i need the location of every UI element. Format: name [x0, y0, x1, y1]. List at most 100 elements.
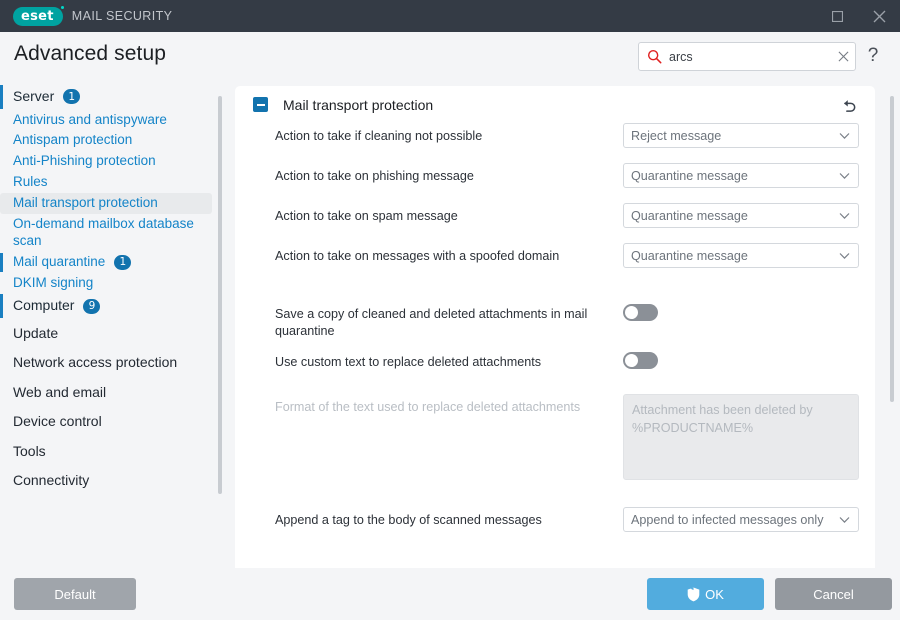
sidebar-item-label: DKIM signing: [13, 275, 93, 292]
custom-text-toggle[interactable]: [623, 352, 658, 369]
maximize-button[interactable]: [816, 0, 858, 32]
row-label: Append a tag to the body of scanned mess…: [275, 507, 623, 529]
row-append-tag: Append a tag to the body of scanned mess…: [275, 507, 860, 538]
chevron-down-icon: [839, 252, 850, 259]
row-label: Action to take on spam message: [275, 203, 623, 225]
sidebar-item-tools[interactable]: Tools: [0, 437, 224, 467]
ok-button-label: OK: [705, 587, 724, 602]
sidebar-item-label: Antivirus and antispyware: [13, 112, 167, 129]
sidebar-nav: Server 1 Antivirus and antispyware Antispam…: [0, 84, 224, 568]
sidebar-item-on-demand-mailbox-database-scan[interactable]: On-demand mailbox database scan: [0, 214, 224, 252]
row-action-spoofed: Action to take on messages with a spoofe…: [275, 243, 860, 274]
row-custom-text: Use custom text to replace deleted attac…: [275, 349, 860, 380]
minus-square-icon[interactable]: [253, 97, 268, 112]
sidebar-item-dkim-signing[interactable]: DKIM signing: [0, 273, 224, 294]
title-bar: eset MAIL SECURITY: [0, 0, 900, 32]
sidebar-item-label: On-demand mailbox database scan: [13, 216, 214, 250]
product-name: MAIL SECURITY: [72, 9, 173, 23]
close-button[interactable]: [858, 0, 900, 32]
sidebar-item-label: Network access protection: [13, 354, 177, 372]
action-spoofed-dropdown[interactable]: Quarantine message: [623, 243, 859, 268]
format-text-textarea[interactable]: Attachment has been deleted by %PRODUCTN…: [623, 394, 859, 480]
close-icon: [838, 51, 849, 62]
revert-to-default-button[interactable]: [837, 93, 861, 117]
sidebar-item-badge: 1: [63, 89, 80, 104]
action-phishing-dropdown[interactable]: Quarantine message: [623, 163, 859, 188]
sidebar-item-mail-quarantine[interactable]: Mail quarantine1: [0, 252, 224, 273]
toggle-knob: [625, 306, 638, 319]
content-scrollbar-thumb[interactable]: [890, 96, 894, 402]
row-action-cleaning: Action to take if cleaning not possible …: [275, 123, 860, 154]
cancel-button[interactable]: Cancel: [775, 578, 892, 610]
sidebar-item-antispam-protection[interactable]: Antispam protection: [0, 130, 224, 151]
sidebar-item-network-access-protection[interactable]: Network access protection: [0, 348, 224, 378]
content-scrollbar[interactable]: [890, 92, 894, 560]
sidebar-item-anti-phishing-protection[interactable]: Anti-Phishing protection: [0, 151, 224, 172]
sidebar-item-label: Connectivity: [13, 472, 89, 490]
sidebar-item-badge: 9: [83, 299, 100, 314]
toggle-knob: [625, 354, 638, 367]
row-label: Action to take on phishing message: [275, 163, 623, 185]
eset-logo-text: eset: [21, 10, 54, 23]
window-controls: [816, 0, 900, 32]
card-title: Mail transport protection: [283, 97, 433, 113]
maximize-icon: [832, 11, 843, 22]
sidebar-item-label: Rules: [13, 174, 48, 191]
default-button[interactable]: Default: [14, 578, 136, 610]
save-copy-toggle[interactable]: [623, 304, 658, 321]
page-header: Advanced setup ?: [0, 32, 900, 84]
sidebar-accent-bar: [0, 294, 3, 318]
row-label: Action to take if cleaning not possible: [275, 123, 623, 145]
sidebar-item-server[interactable]: Server 1: [0, 84, 224, 110]
card-body: Action to take if cleaning not possible …: [235, 123, 875, 568]
content-area: Mail transport protection Action to take…: [224, 84, 900, 568]
footer-bar: Default OK Cancel: [0, 568, 900, 620]
sidebar-item-label: Server: [13, 88, 54, 106]
sidebar-item-connectivity[interactable]: Connectivity: [0, 466, 224, 496]
chevron-down-icon: [839, 132, 850, 139]
sidebar-item-antivirus-and-antispyware[interactable]: Antivirus and antispyware: [0, 110, 224, 131]
sidebar-item-badge: 1: [114, 255, 131, 270]
sidebar-item-device-control[interactable]: Device control: [0, 407, 224, 437]
append-tag-dropdown[interactable]: Append to infected messages only: [623, 507, 859, 532]
row-label: Save a copy of cleaned and deleted attac…: [275, 301, 623, 340]
shield-icon: [687, 587, 700, 602]
sidebar-scrollbar[interactable]: [218, 92, 222, 560]
sidebar-accent-bar: [0, 85, 3, 109]
row-label: Action to take on messages with a spoofe…: [275, 243, 623, 265]
row-format-text: Format of the text used to replace delet…: [275, 394, 860, 480]
dropdown-value: Reject message: [631, 129, 743, 143]
search-input[interactable]: [669, 50, 831, 64]
chevron-down-icon: [839, 172, 850, 179]
close-icon: [873, 10, 886, 23]
card-header: Mail transport protection: [235, 86, 875, 123]
sidebar-item-label: Mail transport protection: [13, 195, 158, 212]
sidebar-item-label: Web and email: [13, 384, 106, 402]
action-cleaning-dropdown[interactable]: Reject message: [623, 123, 859, 148]
dropdown-value: Append to infected messages only: [631, 513, 846, 527]
sidebar-scrollbar-thumb[interactable]: [218, 96, 222, 494]
settings-card: Mail transport protection Action to take…: [235, 86, 875, 568]
ok-button[interactable]: OK: [647, 578, 764, 610]
row-save-copy: Save a copy of cleaned and deleted attac…: [275, 301, 860, 340]
chevron-down-icon: [839, 516, 850, 523]
eset-logo-mark: eset: [13, 7, 63, 26]
action-spam-dropdown[interactable]: Quarantine message: [623, 203, 859, 228]
sidebar-item-label: Update: [13, 325, 58, 343]
sidebar-item-label: Anti-Phishing protection: [13, 153, 156, 170]
sidebar-item-web-and-email[interactable]: Web and email: [0, 378, 224, 408]
sidebar-item-mail-transport-protection[interactable]: Mail transport protection: [0, 193, 212, 214]
row-label: Format of the text used to replace delet…: [275, 394, 623, 416]
help-button[interactable]: ?: [864, 43, 882, 69]
sidebar-item-label: Device control: [13, 413, 102, 431]
row-action-spam: Action to take on spam message Quarantin…: [275, 203, 860, 234]
brand-logo: eset MAIL SECURITY: [13, 7, 172, 26]
sidebar-item-rules[interactable]: Rules: [0, 172, 224, 193]
search-box[interactable]: [638, 42, 856, 71]
sidebar-item-update[interactable]: Update: [0, 319, 224, 349]
sidebar-item-computer[interactable]: Computer9: [0, 293, 224, 319]
dropdown-value: Quarantine message: [631, 209, 770, 223]
row-action-phishing: Action to take on phishing message Quara…: [275, 163, 860, 194]
search-clear-button[interactable]: [831, 43, 855, 70]
sidebar-item-label: Antispam protection: [13, 132, 132, 149]
